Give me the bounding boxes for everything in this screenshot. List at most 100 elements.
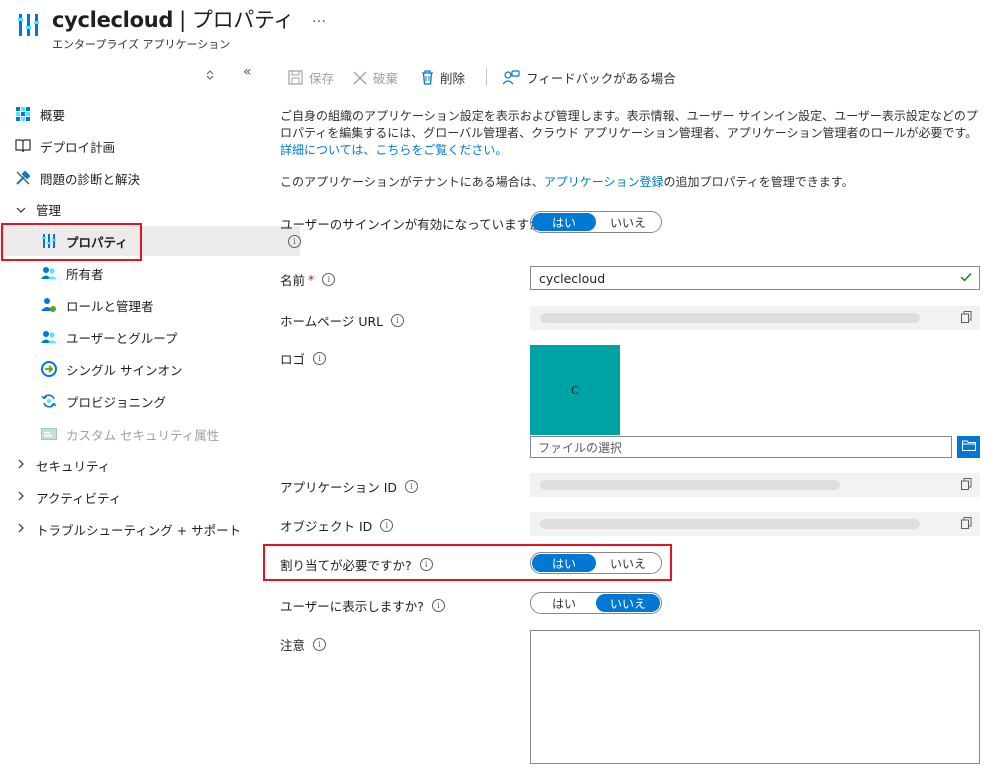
page-title: cyclecloud | プロパティ [52, 4, 294, 34]
logo-preview: C [530, 345, 620, 435]
assignment-required-yes[interactable]: はい [532, 554, 596, 572]
assignment-required-toggle[interactable]: はい いいえ [530, 552, 662, 574]
object-id-label-text: オブジェクト ID [280, 519, 373, 534]
sidebar-group-activity[interactable]: アクティビティ [0, 482, 274, 512]
users-groups-icon [40, 328, 58, 346]
more-options-button[interactable]: … [312, 10, 327, 26]
info-icon[interactable]: i [405, 480, 419, 493]
folder-icon [961, 440, 976, 454]
description-para1: ご自身の組織のアプリケーション設定を表示および管理します。表示情報、ユーザー サ… [280, 109, 978, 140]
sidebar-item-deploy-plan[interactable]: デプロイ計画 [0, 131, 274, 161]
sidebar-item-label: セキュリティ [36, 458, 111, 474]
sidebar-item-label: 問題の診断と解決 [40, 171, 141, 187]
feedback-button[interactable]: フィードバックがある場合 [503, 68, 676, 87]
signin-enabled-label-text: ユーザーのサインインが有効になっていますか? [280, 217, 549, 232]
chevron-right-icon [14, 458, 28, 472]
app-properties-logo-icon [18, 12, 40, 38]
visible-to-users-yes[interactable]: はい [532, 594, 596, 612]
sidebar-group-security[interactable]: セキュリティ [0, 450, 274, 480]
sidebar-item-label: アクティビティ [36, 490, 122, 506]
app-registration-link[interactable]: アプリケーション登録 [544, 175, 664, 189]
collapse-sidebar-button[interactable]: « [243, 64, 252, 80]
info-icon[interactable]: i [380, 519, 394, 532]
application-id-label-text: アプリケーション ID [280, 480, 398, 495]
sidebar-item-label: ユーザーとグループ [66, 330, 178, 346]
checkmark-icon [960, 271, 972, 285]
sidebar-item-label: トラブルシューティング + サポート [36, 522, 242, 538]
notes-label-text: 注意 [280, 638, 306, 653]
description-text: ご自身の組織のアプリケーション設定を表示および管理します。表示情報、ユーザー サ… [280, 108, 980, 159]
visible-to-users-no[interactable]: いいえ [596, 594, 660, 612]
name-input[interactable]: cyclecloud [530, 266, 980, 290]
homepage-url-label: ホームページ URL i [280, 311, 405, 330]
title-separator: | [179, 8, 186, 32]
required-mark: * [308, 272, 315, 287]
updown-icon[interactable] [206, 70, 214, 83]
browse-file-button[interactable] [957, 436, 980, 458]
info-icon[interactable]: i [313, 352, 327, 365]
application-id-label: アプリケーション ID i [280, 477, 419, 496]
custom-security-icon [40, 425, 58, 443]
homepage-url-label-text: ホームページ URL [280, 314, 384, 329]
description-para2-post: の追加プロパティを管理できます。 [663, 175, 854, 189]
sidebar-item-label: プロビジョニング [66, 394, 167, 410]
redacted-value [540, 313, 920, 323]
info-icon[interactable]: i [431, 599, 445, 612]
sidebar-item-label: カスタム セキュリティ属性 [66, 427, 220, 443]
sidebar-item-label: 概要 [40, 107, 66, 123]
sidebar-item-sso[interactable]: シングル サインオン [0, 354, 300, 384]
copy-icon[interactable] [961, 478, 972, 493]
sidebar-group-troubleshooting[interactable]: トラブルシューティング + サポート [0, 514, 274, 544]
sidebar-item-owners[interactable]: 所有者 [0, 258, 300, 288]
highlight-box-properties [1, 223, 142, 261]
roles-icon [40, 296, 58, 314]
name-label: 名前 * i [280, 270, 336, 289]
book-icon [14, 137, 32, 155]
notes-textarea[interactable] [530, 630, 980, 764]
sidebar-item-overview[interactable]: 概要 [0, 99, 274, 129]
visible-to-users-label-text: ユーザーに表示しますか? [280, 599, 424, 614]
info-icon[interactable]: i [322, 273, 336, 286]
visible-to-users-toggle[interactable]: はい いいえ [530, 592, 662, 614]
learn-more-link[interactable]: 詳細については、こちらをご覧ください。 [280, 143, 507, 157]
owners-icon [40, 264, 58, 282]
provisioning-icon [40, 392, 58, 410]
assignment-required-no[interactable]: いいえ [596, 554, 660, 572]
info-icon[interactable]: i [288, 233, 301, 248]
page-subtitle: エンタープライズ アプリケーション [52, 38, 231, 51]
chevron-right-icon [14, 490, 28, 504]
sso-icon [40, 360, 58, 378]
discard-button[interactable]: 破棄 [353, 68, 398, 87]
object-id-field [530, 512, 980, 536]
info-icon[interactable]: i [313, 638, 327, 651]
copy-icon[interactable] [961, 311, 972, 326]
sidebar-group-manage[interactable]: 管理 [0, 194, 274, 224]
sidebar-item-custom-security: カスタム セキュリティ属性 [0, 419, 300, 449]
signin-enabled-no[interactable]: いいえ [596, 213, 660, 231]
info-icon[interactable]: i [419, 558, 433, 571]
page-name: プロパティ [191, 8, 295, 32]
sidebar-item-label: シングル サインオン [66, 362, 183, 378]
info-icon[interactable]: i [391, 314, 405, 327]
signin-enabled-toggle[interactable]: はい いいえ [530, 211, 662, 233]
object-id-label: オブジェクト ID i [280, 516, 394, 535]
copy-icon[interactable] [961, 517, 972, 532]
sidebar-item-users-groups[interactable]: ユーザーとグループ [0, 322, 300, 352]
signin-enabled-label: ユーザーのサインインが有効になっていますか? [280, 214, 548, 233]
application-id-field [530, 473, 980, 497]
delete-button[interactable]: 削除 [421, 68, 465, 87]
file-select-input[interactable]: ファイルの選択 [530, 436, 952, 458]
save-button[interactable]: 保存 [288, 68, 334, 87]
overview-grid-icon [14, 105, 32, 123]
feedback-icon [503, 70, 520, 85]
assignment-required-label-text: 割り当てが必要ですか? [280, 558, 412, 573]
sidebar-item-diagnose[interactable]: 問題の診断と解決 [0, 163, 274, 193]
signin-enabled-yes[interactable]: はい [532, 213, 596, 231]
name-input-value: cyclecloud [539, 270, 606, 286]
sidebar-item-provisioning[interactable]: プロビジョニング [0, 386, 300, 416]
trash-icon [421, 70, 434, 85]
sidebar-item-label: 管理 [36, 202, 62, 218]
toolbar-divider [486, 68, 487, 86]
chevron-down-icon [14, 202, 28, 216]
sidebar-item-roles-admins[interactable]: ロールと管理者 [0, 290, 300, 320]
